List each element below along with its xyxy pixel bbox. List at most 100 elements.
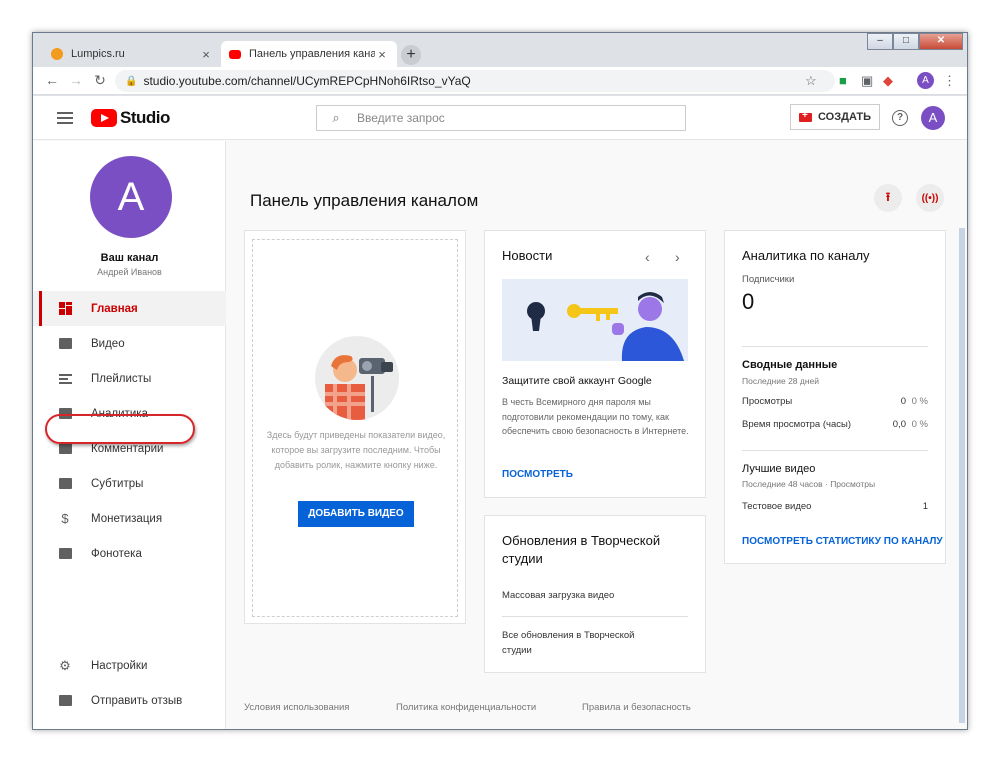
close-tab-icon[interactable]: ×: [199, 47, 213, 62]
go-live-icon[interactable]: ((•)): [916, 184, 944, 212]
stat-row-watch-time: Время просмотра (часы) 0,0 0 %: [742, 419, 928, 430]
upload-dropzone: Здесь будут приведены показатели видео, …: [252, 239, 458, 617]
subtitles-icon: [57, 477, 73, 491]
back-icon[interactable]: ←: [43, 72, 61, 88]
chevron-right-icon[interactable]: ›: [675, 249, 680, 265]
subscribers-label: Подписчики: [742, 274, 795, 285]
sidebar-item-settings[interactable]: ⚙ Настройки: [33, 648, 226, 683]
studio-logo[interactable]: Studio: [91, 108, 170, 128]
logo-text: Studio: [120, 108, 170, 127]
channel-stats-link[interactable]: ПОСМОТРЕТЬ СТАТИСТИКУ ПО КАНАЛУ: [742, 536, 943, 547]
audio-library-icon: [57, 547, 73, 561]
search-icon: ⌕: [332, 110, 340, 125]
address-bar[interactable]: 🔒 studio.youtube.com/channel/UCymREPCpHN…: [115, 70, 835, 92]
avatar[interactable]: A: [921, 106, 945, 130]
news-heading: Новости: [502, 248, 553, 263]
bookmark-star-icon[interactable]: ☆: [805, 73, 817, 89]
update-item[interactable]: Массовая загрузка видео: [502, 589, 614, 604]
extension-shield-icon[interactable]: ■: [839, 73, 847, 88]
sidebar-item-video[interactable]: Видео: [33, 326, 226, 361]
stat-label: Время просмотра (часы): [742, 419, 851, 430]
create-label: СОЗДАТЬ: [818, 111, 871, 123]
upload-hint: Здесь будут приведены показатели видео, …: [266, 430, 446, 470]
close-window-icon[interactable]: ✕: [919, 33, 963, 50]
extension-adblock-icon[interactable]: ◆: [883, 73, 893, 89]
footer-privacy-link[interactable]: Политика конфиденциальности: [396, 702, 536, 713]
studio-updates-card: Обновления в Творческой студии Массовая …: [484, 515, 706, 673]
search-input[interactable]: Введите запрос: [357, 111, 445, 125]
channel-name: Ваш канал: [100, 252, 159, 264]
reload-icon[interactable]: ↻: [91, 72, 109, 89]
window-controls: – □ ✕: [867, 33, 963, 50]
extension-camera-icon[interactable]: ▣: [861, 73, 873, 89]
chevron-left-icon[interactable]: ‹: [645, 249, 650, 265]
window-scrollbar[interactable]: [959, 228, 965, 723]
sidebar-item-label: Плейлисты: [91, 372, 152, 385]
subscribers-value: 0: [742, 289, 755, 314]
feedback-icon: [57, 694, 73, 708]
sidebar-item-monetization[interactable]: $ Монетизация: [33, 501, 226, 536]
tab-studio[interactable]: Панель управления каналом - Y ×: [221, 41, 397, 67]
tab-title: Lumpics.ru: [71, 48, 125, 60]
summary-heading: Сводные данные: [742, 359, 838, 371]
analytics-heading: Аналитика по каналу: [742, 248, 870, 263]
sidebar-item-label: Комментарии: [91, 442, 164, 455]
top-video-row[interactable]: Тестовое видео 1: [742, 501, 928, 512]
divider: [502, 616, 688, 617]
channel-analytics-card: Аналитика по каналу Подписчики 0 Сводные…: [724, 230, 946, 564]
dollar-icon: $: [61, 511, 69, 526]
menu-icon[interactable]: [57, 112, 73, 124]
new-tab-button[interactable]: +: [401, 45, 421, 65]
channel-owner: Андрей Иванов: [97, 267, 162, 277]
add-video-button[interactable]: ДОБАВИТЬ ВИДЕО: [298, 501, 414, 527]
forward-icon[interactable]: →: [67, 72, 85, 88]
sidebar-item-label: Субтитры: [91, 477, 144, 490]
sidebar: A Ваш канал Андрей Иванов Главная Видео …: [33, 141, 226, 729]
sidebar-item-dashboard[interactable]: Главная: [33, 291, 226, 326]
help-icon[interactable]: ?: [892, 110, 908, 126]
news-card: Новости ‹ › Защитите свой аккаунт Google…: [484, 230, 706, 498]
sidebar-item-label: Отправить отзыв: [91, 694, 183, 707]
updates-heading: Обновления в Творческой студии: [502, 533, 661, 566]
stat-percent: 0 %: [911, 396, 928, 407]
minimize-icon[interactable]: –: [867, 33, 893, 50]
sidebar-item-playlists[interactable]: Плейлисты: [33, 361, 226, 396]
tab-strip: Lumpics.ru × Панель управления каналом -…: [33, 33, 967, 67]
search-box[interactable]: ⌕ Введите запрос: [316, 105, 686, 131]
url-text: studio.youtube.com/channel/UCymREPCpHNoh…: [143, 74, 471, 88]
youtube-logo-icon: [91, 109, 117, 127]
videographer-illustration: [315, 336, 399, 420]
divider: [742, 346, 928, 347]
news-view-link[interactable]: ПОСМОТРЕТЬ: [502, 469, 573, 480]
close-tab-icon[interactable]: ×: [375, 47, 389, 62]
footer-policy-link[interactable]: Правила и безопасность: [582, 702, 691, 713]
video-camera-icon: [799, 110, 812, 122]
create-button[interactable]: СОЗДАТЬ: [790, 104, 880, 130]
sidebar-item-subtitles[interactable]: Субтитры: [33, 466, 226, 501]
news-body: В честь Всемирного дня пароля мы подгото…: [502, 397, 689, 436]
divider: [742, 450, 928, 451]
password-security-illustration: [502, 279, 688, 361]
stat-value: 0: [900, 396, 906, 407]
browser-menu-icon[interactable]: ⋮: [943, 73, 956, 89]
sidebar-item-label: Видео: [91, 337, 125, 350]
update-item[interactable]: Все обновления в Творческой студии: [502, 629, 662, 658]
dashboard-icon: [57, 302, 73, 316]
tab-lumpics[interactable]: Lumpics.ru ×: [43, 41, 221, 67]
footer-terms-link[interactable]: Условия использования: [244, 702, 349, 713]
upload-card: Здесь будут приведены показатели видео, …: [244, 230, 466, 624]
sidebar-item-feedback[interactable]: Отправить отзыв: [33, 683, 226, 718]
sidebar-item-label: Монетизация: [91, 512, 163, 525]
page-title: Панель управления каналом: [250, 191, 479, 210]
channel-avatar[interactable]: A: [90, 156, 172, 238]
sidebar-item-audio-library[interactable]: Фонотека: [33, 536, 226, 571]
tab-title: Панель управления каналом - Y: [249, 48, 375, 60]
upload-icon[interactable]: ⭱: [874, 184, 902, 212]
top-videos-period: Последние 48 часов · Просмотры: [742, 479, 876, 489]
browser-profile-avatar[interactable]: A: [917, 72, 934, 89]
studio-app: Studio ⌕ Введите запрос СОЗДАТЬ ? A A Ва…: [33, 96, 967, 729]
sidebar-item-label: Настройки: [91, 659, 148, 672]
maximize-icon[interactable]: □: [893, 33, 919, 50]
top-videos-heading: Лучшие видео: [742, 463, 816, 475]
top-video-title: Тестовое видео: [742, 501, 812, 512]
